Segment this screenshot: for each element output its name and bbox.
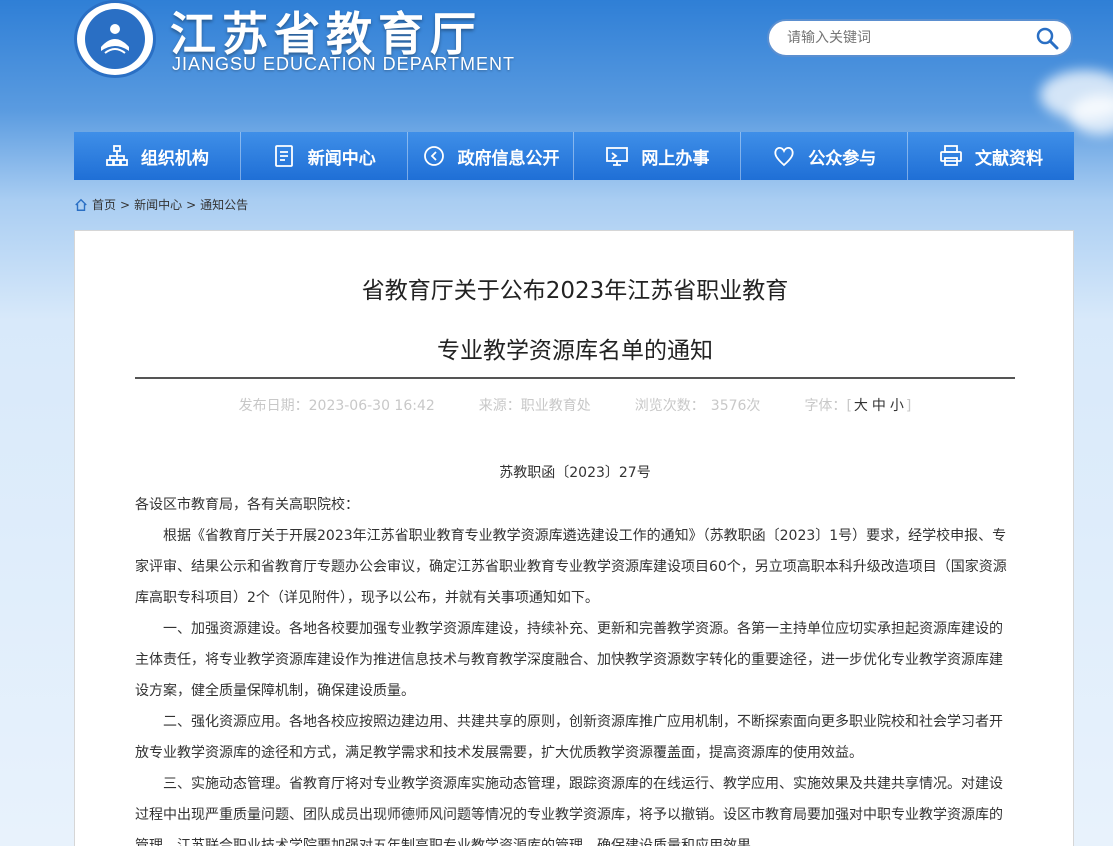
nav-item-gov-info[interactable]: 政府信息公开 — [408, 132, 575, 180]
nav-item-label: 网上办事 — [641, 148, 710, 169]
font-size-selector: 字体：[大中小] — [804, 398, 912, 414]
nav-item-online-service[interactable]: 网上办事 — [574, 132, 742, 180]
home-icon — [75, 198, 87, 211]
nav-item-label: 文献资料 — [975, 148, 1044, 169]
document-number: 苏教职函〔2023〕27号 — [499, 465, 651, 481]
breadcrumb-separator: > — [186, 197, 197, 212]
article-panel: 省教育厅关于公布2023年江苏省职业教育 专业教学资源库名单的通知 发布日期：2… — [74, 230, 1074, 846]
breadcrumb-home[interactable]: 首页 — [92, 196, 116, 213]
nav-item-organization[interactable]: 组织机构 — [74, 132, 241, 180]
paragraph: 根据《省教育厅关于开展2023年江苏省职业教育专业教学资源库遴选建设工作的通知》… — [135, 528, 1007, 606]
search-input[interactable] — [787, 30, 1027, 46]
breadcrumb-notices[interactable]: 通知公告 — [200, 196, 248, 213]
article-body: 各设区市教育局，各有关高职院校： 根据《省教育厅关于开展2023年江苏省职业教育… — [135, 490, 1015, 846]
nav-item-news[interactable]: 新闻中心 — [241, 132, 408, 180]
breadcrumb: 首页 > 新闻中心 > 通知公告 — [74, 196, 248, 213]
paragraph: 三、实施动态管理。省教育厅将对专业教学资源库实施动态管理，跟踪资源库的在线运行、… — [135, 776, 1003, 846]
view-count: 浏览次数： 3576次 — [634, 398, 761, 414]
article-title-line1: 省教育厅关于公布2023年江苏省职业教育 — [361, 278, 789, 304]
article-title-line2: 专业教学资源库名单的通知 — [437, 338, 713, 364]
salutation: 各设区市教育局，各有关高职院校： — [135, 497, 359, 513]
article-meta: 发布日期：2023-06-30 16:42 来源：职业教育处 浏览次数： 3576… — [75, 395, 1075, 415]
nav-item-label: 新闻中心 — [307, 148, 376, 169]
font-large-button[interactable]: 大 — [854, 398, 868, 414]
nav-item-literature[interactable]: 文献资料 — [908, 132, 1074, 180]
heart-icon — [774, 146, 794, 167]
site-logo[interactable] — [74, 0, 156, 78]
breadcrumb-separator: > — [120, 197, 131, 212]
nav-item-label: 公众参与 — [808, 148, 877, 169]
breadcrumb-news-center[interactable]: 新闻中心 — [134, 196, 182, 213]
chevron-circle-icon — [423, 146, 444, 166]
printer-icon — [940, 145, 962, 166]
logo-emblem-icon — [85, 9, 145, 69]
paragraph: 二、强化资源应用。各地各校应按照边建边用、共建共享的原则，创新资源库推广应用机制… — [135, 714, 1003, 761]
article-source: 来源：职业教育处 — [478, 398, 591, 414]
search-box — [767, 19, 1073, 57]
site-header: 江苏省教育厅 JIANGSU EDUCATION DEPARTMENT — [0, 0, 1113, 120]
nav-item-public-participation[interactable]: 公众参与 — [741, 132, 909, 180]
publish-date: 发布日期：2023-06-30 16:42 — [238, 398, 435, 414]
monitor-icon — [606, 147, 629, 166]
org-chart-icon — [106, 145, 128, 166]
nav-item-label: 组织机构 — [140, 148, 209, 169]
nav-item-label: 政府信息公开 — [457, 148, 560, 169]
main-nav: 组织机构 新闻中心 政府信息公开 网上办事 公众参与 文献资料 — [74, 132, 1074, 180]
search-icon[interactable] — [1035, 26, 1059, 50]
font-small-button[interactable]: 小 — [890, 398, 904, 414]
site-subtitle: JIANGSU EDUCATION DEPARTMENT — [172, 54, 516, 74]
paragraph: 一、加强资源建设。各地各校要加强专业教学资源库建设，持续补充、更新和完善教学资源… — [135, 621, 1003, 699]
title-divider — [135, 377, 1015, 379]
font-medium-button[interactable]: 中 — [872, 398, 886, 414]
document-icon — [274, 145, 293, 167]
